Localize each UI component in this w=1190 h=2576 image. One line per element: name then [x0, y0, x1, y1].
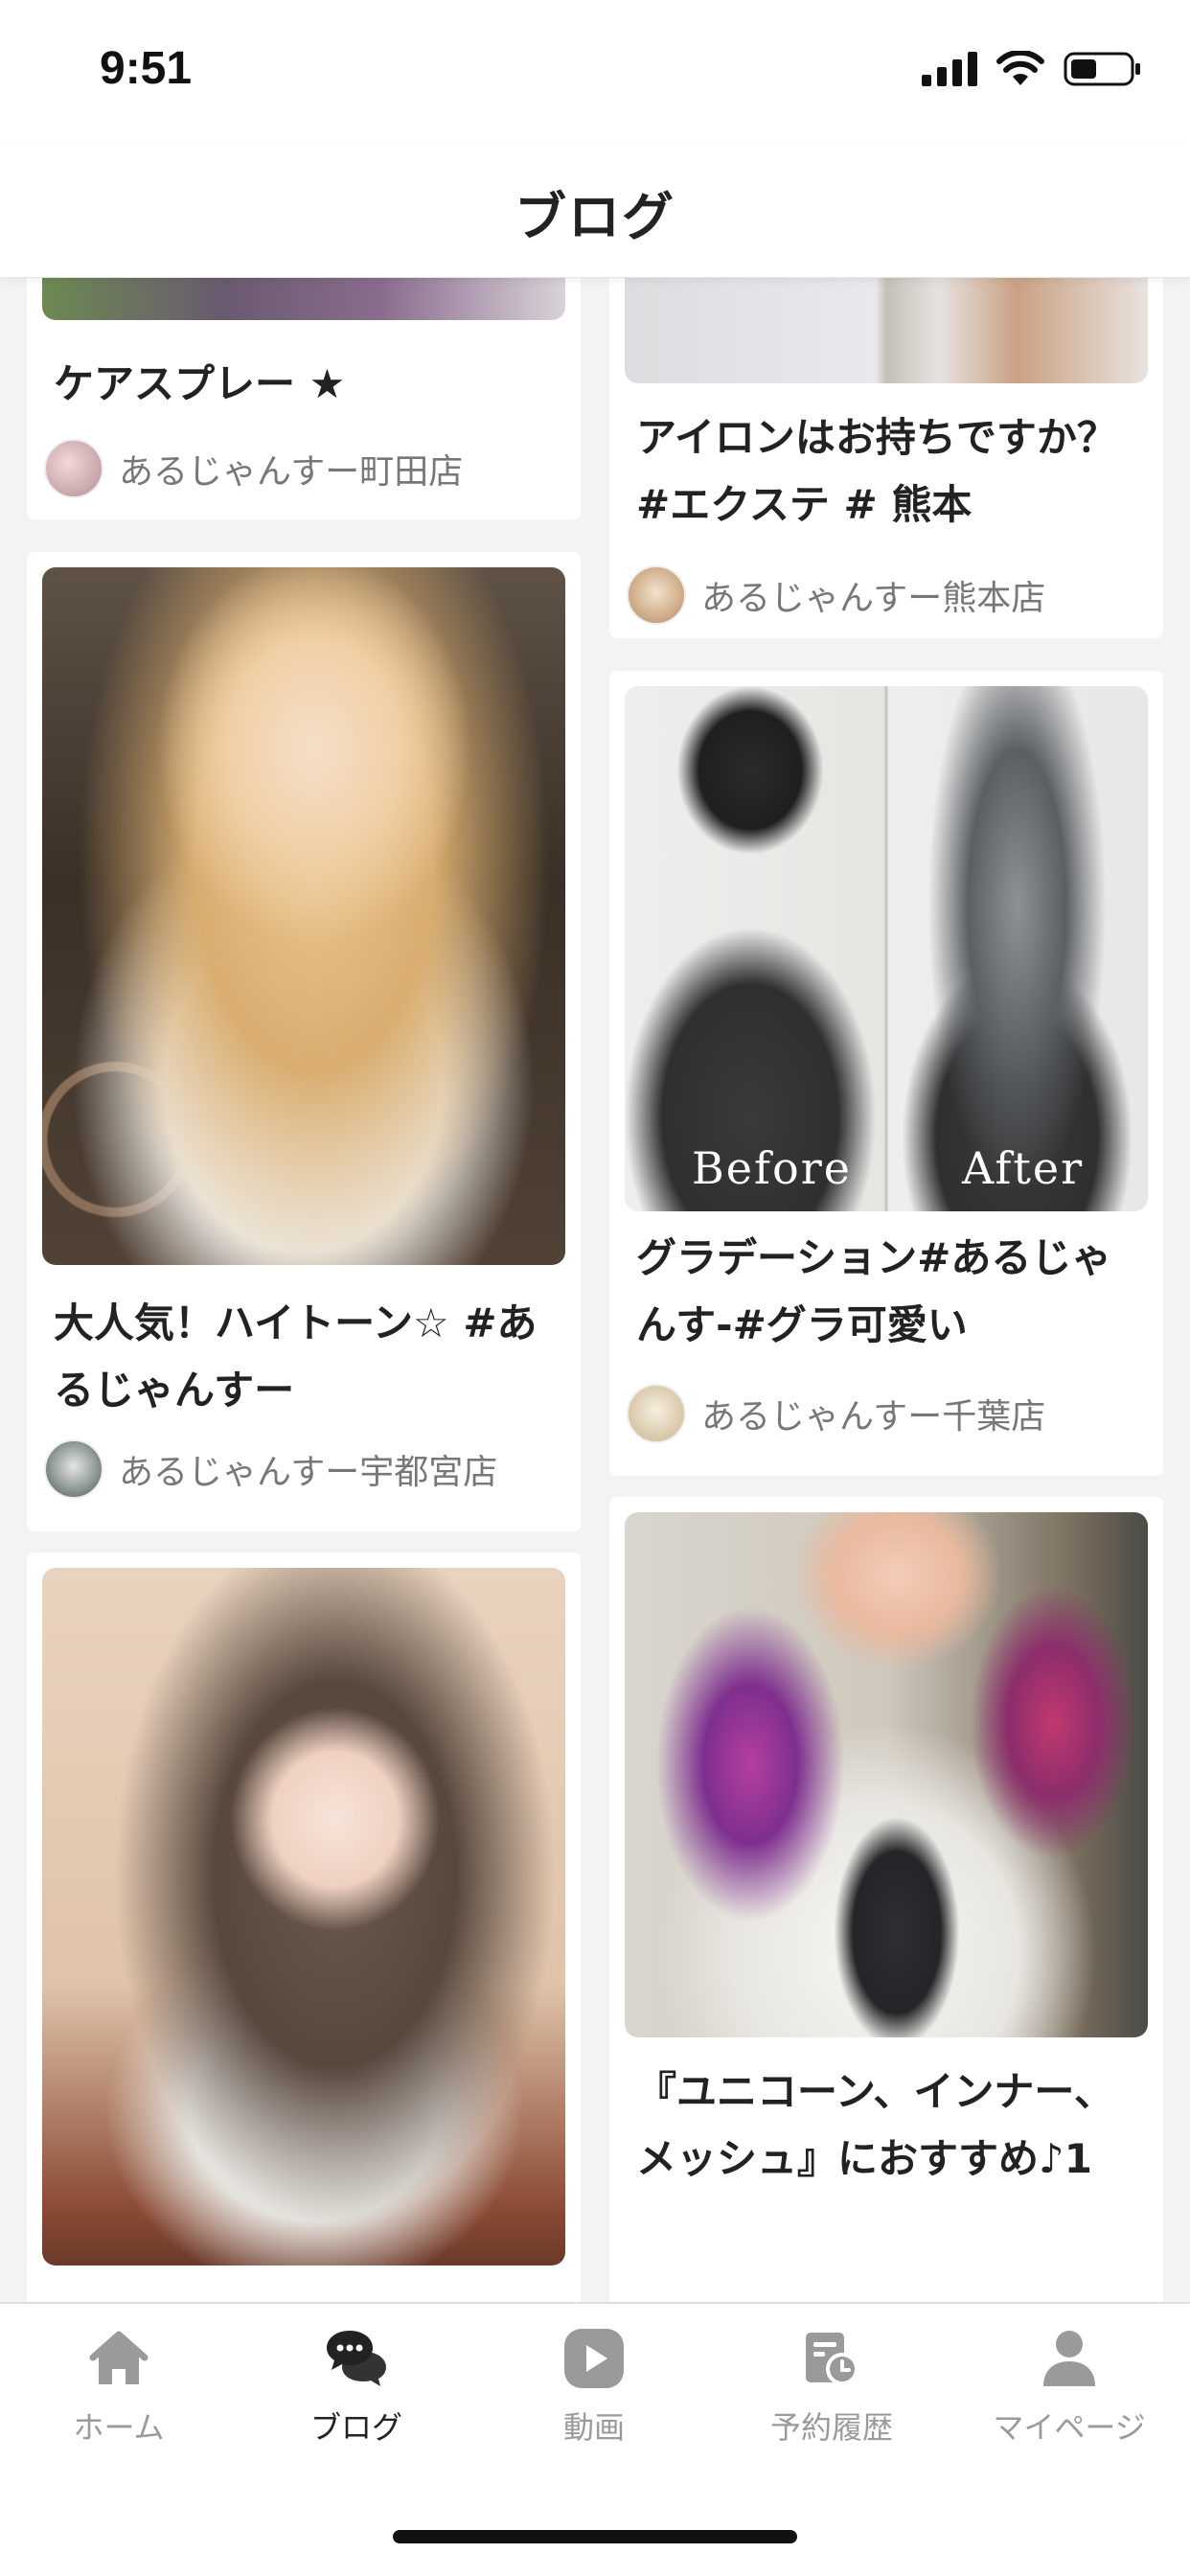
blog-feed[interactable]: ケアスプレー ★ あるじゃんすー町田店 大人気！ハイトーン☆ #あるじゃんすー …: [0, 278, 1190, 2302]
navigation-bar: ブログ: [0, 144, 1190, 278]
blog-card[interactable]: 大人気！ハイトーン☆ #あるじゃんすー あるじゃんすー宇都宮店: [27, 552, 581, 1531]
blog-card-image: [42, 278, 565, 320]
salon-avatar: [627, 1384, 686, 1443]
status-icons: [922, 50, 1142, 88]
before-label: Before: [692, 1142, 852, 1194]
salon-name: あるじゃんすー町田店: [119, 452, 464, 492]
page-title: ブログ: [515, 187, 675, 247]
blog-card-title: アイロンはお持ちですか？ #エクステ # 熊本: [636, 414, 1117, 528]
blog-card-author[interactable]: あるじゃんすー宇都宮店: [44, 1436, 571, 1503]
blog-card-image: [42, 1568, 565, 2266]
salon-name: あるじゃんすー宇都宮店: [119, 1453, 498, 1492]
tab-label: マイページ: [993, 2409, 1146, 2446]
blog-card-author[interactable]: あるじゃんすー熊本店: [627, 562, 1154, 629]
blog-card-title: グラデーション#あるじゃんす-#グラ可愛い: [636, 1234, 1112, 1348]
blog-card-image: [625, 278, 1148, 383]
blog-card-title: 大人気！ハイトーン☆ #あるじゃんすー: [54, 1300, 538, 1414]
salon-avatar: [627, 565, 686, 625]
blog-card-image: Before After: [625, 686, 1148, 1211]
status-time: 9:51: [100, 43, 193, 94]
home-indicator[interactable]: [393, 2530, 797, 2543]
tab-label: 動画: [562, 2409, 625, 2446]
tab-blog[interactable]: ブログ: [238, 2329, 475, 2453]
chat-bubbles-icon: [327, 2331, 386, 2386]
cellular-signal-icon: [922, 52, 977, 86]
after-label: After: [962, 1142, 1085, 1194]
salon-avatar: [44, 439, 103, 498]
salon-name: あるじゃんすー千葉店: [701, 1397, 1046, 1437]
blog-card-image: [625, 1512, 1148, 2037]
blog-card-author[interactable]: あるじゃんすー千葉店: [627, 1380, 1154, 1447]
blog-card[interactable]: ケアスプレー ★ あるじゃんすー町田店: [27, 278, 581, 519]
tab-mypage[interactable]: マイページ: [950, 2329, 1188, 2453]
salon-name: あるじゃんすー熊本店: [701, 579, 1046, 618]
blog-card[interactable]: Before After グラデーション#あるじゃんす-#グラ可愛い あるじゃん…: [609, 671, 1163, 1476]
tab-label: ホーム: [73, 2409, 165, 2446]
blog-card[interactable]: 『ユニコーン、インナー、メッシュ』におすすめ♪1: [609, 1497, 1163, 2302]
blog-card-title: 『ユニコーン、インナー、メッシュ』におすすめ♪1: [636, 2068, 1114, 2182]
tab-reservation-history[interactable]: 予約履歴: [713, 2329, 950, 2453]
blog-card[interactable]: アイロンはお持ちですか？ #エクステ # 熊本 あるじゃんすー熊本店: [609, 278, 1163, 638]
blog-card-image: [42, 567, 565, 1265]
salon-avatar: [44, 1439, 103, 1499]
reservation-history-icon: [806, 2333, 858, 2385]
blog-card[interactable]: [27, 1552, 581, 2302]
status-bar: 9:51: [0, 0, 1190, 144]
person-icon: [1043, 2331, 1095, 2386]
battery-icon: [1064, 52, 1140, 86]
play-icon: [564, 2329, 624, 2388]
blog-card-author[interactable]: あるじゃんすー町田店: [44, 435, 571, 502]
tab-home[interactable]: ホーム: [0, 2329, 238, 2453]
blog-card-title: ケアスプレー ★: [54, 360, 346, 407]
tab-label: 予約履歴: [769, 2409, 893, 2446]
home-icon: [89, 2331, 149, 2384]
tab-label: ブログ: [309, 2409, 402, 2446]
wifi-icon: [996, 51, 1044, 85]
tab-video[interactable]: 動画: [475, 2329, 713, 2453]
